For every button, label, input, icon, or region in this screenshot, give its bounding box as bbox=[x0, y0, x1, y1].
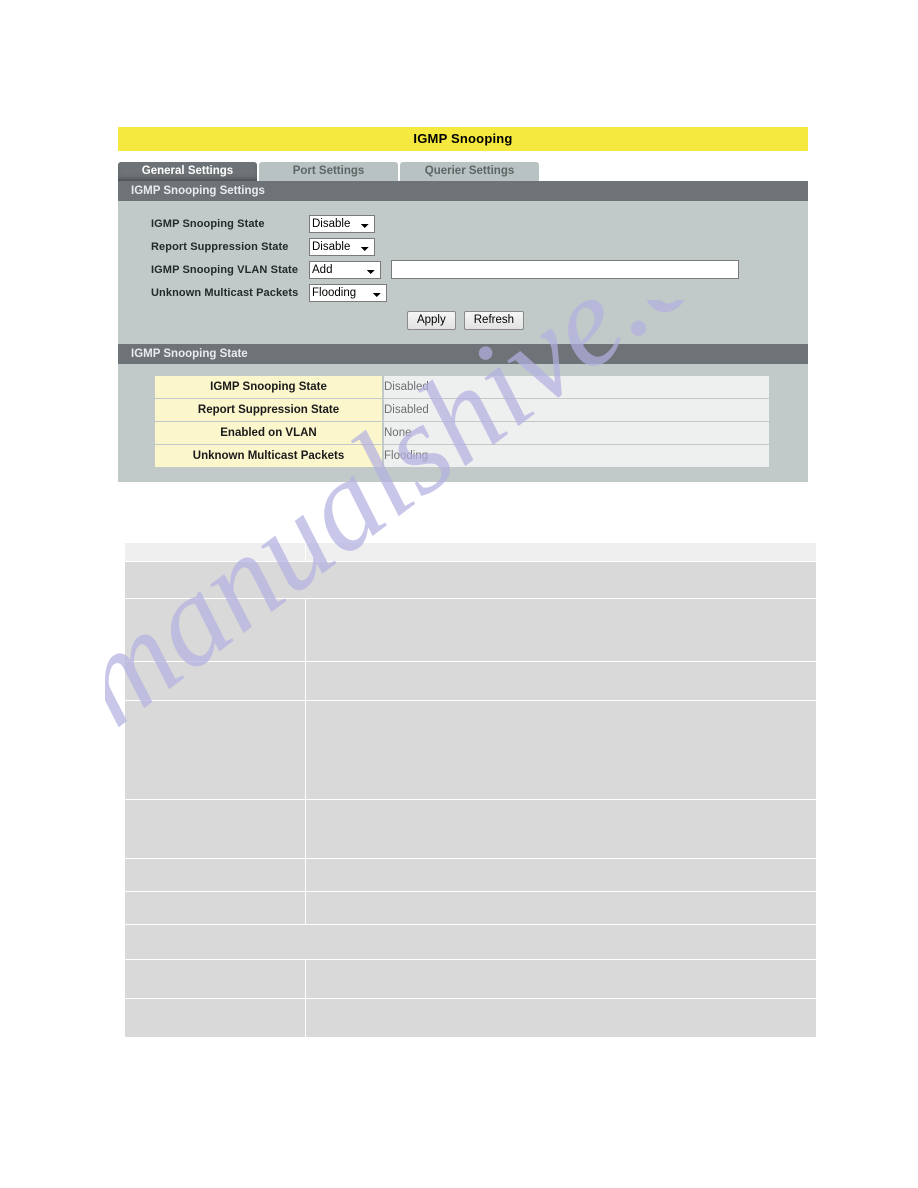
table-cell bbox=[125, 999, 305, 1037]
table-row bbox=[125, 800, 816, 858]
form-row-report-suppression-state: Report Suppression State Disable bbox=[151, 235, 808, 258]
settings-panel: IGMP Snooping Settings IGMP Snooping Sta… bbox=[118, 181, 808, 482]
table-row: Unknown Multicast Packets Flooding bbox=[155, 445, 769, 467]
igmp-snooping-state-table: IGMP Snooping State Disabled Report Supp… bbox=[155, 375, 769, 468]
table-cell bbox=[125, 562, 816, 598]
table-row bbox=[125, 859, 816, 891]
table-row bbox=[125, 543, 816, 561]
igmp-snooping-settings-form: IGMP Snooping State Disable Report Suppr… bbox=[118, 201, 808, 330]
table-cell bbox=[125, 662, 305, 700]
state-value-unknown-multicast-packets: Flooding bbox=[384, 445, 769, 467]
select-igmp-snooping-state[interactable]: Disable bbox=[309, 214, 375, 233]
label-report-suppression-state: Report Suppression State bbox=[151, 240, 289, 253]
table-cell bbox=[125, 892, 305, 924]
tab-port-settings[interactable]: Port Settings bbox=[259, 162, 398, 181]
form-row-unknown-multicast-packets: Unknown Multicast Packets Flooding bbox=[151, 281, 808, 304]
label-unknown-multicast-packets: Unknown Multicast Packets bbox=[151, 286, 299, 299]
table-cell bbox=[125, 925, 816, 959]
table-cell bbox=[306, 892, 816, 924]
state-value-enabled-on-vlan: None bbox=[384, 422, 769, 444]
table-row bbox=[125, 701, 816, 799]
form-button-row: Apply Refresh bbox=[151, 311, 808, 330]
table-cell bbox=[125, 859, 305, 891]
table-cell bbox=[306, 859, 816, 891]
document-parameter-table-body bbox=[125, 543, 816, 1037]
table-row bbox=[125, 999, 816, 1037]
table-cell bbox=[125, 800, 305, 858]
table-cell bbox=[306, 800, 816, 858]
refresh-button[interactable]: Refresh bbox=[463, 311, 525, 330]
select-igmp-snooping-vlan-state[interactable]: Add bbox=[309, 260, 381, 279]
table-cell bbox=[306, 960, 816, 998]
table-row: Enabled on VLAN None bbox=[155, 422, 769, 444]
state-value-igmp-snooping-state: Disabled bbox=[384, 376, 769, 398]
table-cell bbox=[306, 543, 816, 561]
tab-strip: General Settings Port Settings Querier S… bbox=[118, 162, 808, 181]
table-cell bbox=[306, 599, 816, 661]
table-cell bbox=[125, 599, 305, 661]
table-row bbox=[125, 892, 816, 924]
state-label-report-suppression-state: Report Suppression State bbox=[155, 399, 384, 421]
state-label-igmp-snooping-state: IGMP Snooping State bbox=[155, 376, 384, 398]
input-vlan-list[interactable] bbox=[391, 260, 739, 279]
table-row bbox=[125, 562, 816, 598]
form-row-igmp-snooping-vlan-state: IGMP Snooping VLAN State Add bbox=[151, 258, 808, 281]
igmp-snooping-page: IGMP Snooping General Settings Port Sett… bbox=[118, 127, 808, 482]
form-row-igmp-snooping-state: IGMP Snooping State Disable bbox=[151, 212, 808, 235]
igmp-snooping-state-table-wrap: IGMP Snooping State Disabled Report Supp… bbox=[118, 364, 808, 468]
section-header-igmp-snooping-state: IGMP Snooping State bbox=[118, 344, 808, 364]
table-row: Report Suppression State Disabled bbox=[155, 399, 769, 421]
tab-general-settings[interactable]: General Settings bbox=[118, 162, 257, 181]
state-value-report-suppression-state: Disabled bbox=[384, 399, 769, 421]
table-row: IGMP Snooping State Disabled bbox=[155, 376, 769, 398]
apply-button[interactable]: Apply bbox=[406, 311, 456, 330]
select-unknown-multicast-packets[interactable]: Flooding bbox=[309, 283, 387, 302]
label-igmp-snooping-state: IGMP Snooping State bbox=[151, 217, 265, 230]
table-row bbox=[125, 662, 816, 700]
section-header-igmp-snooping-settings: IGMP Snooping Settings bbox=[118, 181, 808, 201]
tab-querier-settings[interactable]: Querier Settings bbox=[400, 162, 539, 181]
table-row bbox=[125, 599, 816, 661]
state-label-enabled-on-vlan: Enabled on VLAN bbox=[155, 422, 384, 444]
table-cell bbox=[125, 543, 305, 561]
table-row bbox=[125, 960, 816, 998]
table-row bbox=[125, 925, 816, 959]
page-title: IGMP Snooping bbox=[118, 127, 808, 151]
table-cell bbox=[125, 960, 305, 998]
table-cell bbox=[306, 701, 816, 799]
label-igmp-snooping-vlan-state: IGMP Snooping VLAN State bbox=[151, 263, 299, 276]
table-cell bbox=[125, 701, 305, 799]
select-report-suppression-state[interactable]: Disable bbox=[309, 237, 375, 256]
document-parameter-table bbox=[124, 542, 817, 1038]
state-label-unknown-multicast-packets: Unknown Multicast Packets bbox=[155, 445, 384, 467]
table-cell bbox=[306, 662, 816, 700]
table-cell bbox=[306, 999, 816, 1037]
